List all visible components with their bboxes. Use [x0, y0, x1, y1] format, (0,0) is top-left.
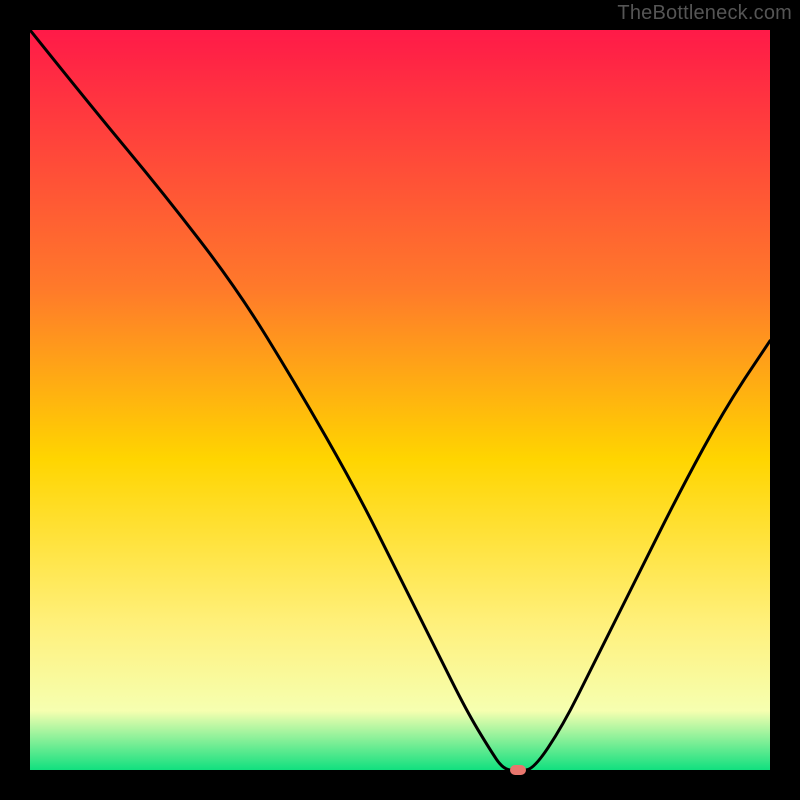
chart-frame: TheBottleneck.com	[0, 0, 800, 800]
optimal-marker	[510, 765, 526, 775]
gradient-background	[30, 30, 770, 770]
plot-svg	[30, 30, 770, 770]
plot-area	[30, 30, 770, 770]
watermark-text: TheBottleneck.com	[617, 2, 792, 25]
